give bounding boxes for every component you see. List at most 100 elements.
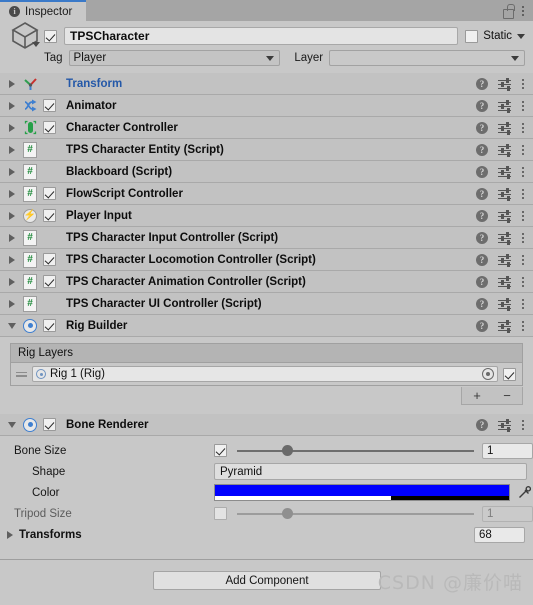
help-icon[interactable]: ?	[476, 209, 488, 222]
component-header-bone-renderer[interactable]: Bone Renderer ?	[0, 414, 533, 436]
help-icon[interactable]: ?	[476, 165, 488, 178]
tripod-size-checkbox[interactable]	[214, 507, 227, 520]
foldout-toggle[interactable]	[6, 211, 18, 220]
object-picker-icon[interactable]	[482, 368, 494, 380]
preset-settings-icon[interactable]	[498, 231, 511, 245]
preset-settings-icon[interactable]	[498, 121, 511, 135]
tripod-size-value-field[interactable]: 1	[482, 505, 533, 522]
help-icon[interactable]: ?	[476, 319, 488, 332]
preset-settings-icon[interactable]	[498, 143, 511, 157]
property-transforms[interactable]: Transforms 68	[0, 524, 533, 546]
component-row[interactable]: # TPS Character Locomotion Controller (Sc…	[0, 249, 533, 271]
preset-settings-icon[interactable]	[498, 209, 511, 223]
component-row[interactable]: Character Controller?	[0, 117, 533, 139]
kebab-menu-icon[interactable]	[521, 320, 525, 331]
component-row[interactable]: # TPS Character Animation Controller (Scr…	[0, 271, 533, 293]
foldout-toggle[interactable]	[6, 167, 18, 176]
kebab-menu-icon[interactable]	[521, 298, 525, 309]
rig-layer-object-field[interactable]: Rig 1 (Rig)	[32, 366, 498, 382]
component-row[interactable]: # TPS Character UI Controller (Script)?	[0, 293, 533, 315]
component-enabled-checkbox[interactable]	[43, 275, 56, 288]
bone-size-slider[interactable]	[237, 443, 474, 459]
kebab-menu-icon[interactable]	[521, 166, 525, 177]
tab-inspector[interactable]: i Inspector	[0, 0, 87, 21]
kebab-menu-icon[interactable]	[521, 188, 525, 199]
slider-knob[interactable]	[281, 445, 293, 456]
foldout-toggle[interactable]	[6, 421, 18, 428]
static-checkbox[interactable]	[465, 29, 479, 43]
add-rig-layer-button[interactable]: +	[473, 389, 481, 402]
kebab-menu-icon[interactable]	[521, 78, 525, 89]
static-dropdown-caret-icon[interactable]	[517, 33, 525, 39]
foldout-toggle[interactable]	[6, 299, 18, 308]
kebab-menu-icon[interactable]	[521, 100, 525, 111]
component-row[interactable]: # FlowScript Controller?	[0, 183, 533, 205]
remove-rig-layer-button[interactable]: −	[503, 389, 511, 402]
help-icon[interactable]: ?	[476, 253, 488, 266]
help-icon[interactable]: ?	[476, 297, 488, 310]
component-enabled-checkbox[interactable]	[43, 121, 56, 134]
component-enabled-checkbox[interactable]	[43, 418, 56, 431]
preset-settings-icon[interactable]	[498, 187, 511, 201]
bone-size-value-field[interactable]: 1	[482, 442, 533, 459]
help-icon[interactable]: ?	[476, 275, 488, 288]
component-enabled-checkbox[interactable]	[43, 187, 56, 200]
rig-layer-enabled-checkbox[interactable]	[503, 367, 516, 381]
component-row[interactable]: Animator?	[0, 95, 533, 117]
bone-size-checkbox[interactable]	[214, 444, 227, 457]
component-row[interactable]: ⚡ Player Input?	[0, 205, 533, 227]
foldout-toggle[interactable]	[6, 145, 18, 154]
gameobject-enabled-checkbox[interactable]	[44, 29, 57, 43]
help-icon[interactable]: ?	[476, 187, 488, 200]
kebab-menu-icon[interactable]	[521, 276, 525, 287]
preset-settings-icon[interactable]	[498, 77, 511, 91]
component-enabled-checkbox[interactable]	[43, 209, 56, 222]
preset-settings-icon[interactable]	[498, 165, 511, 179]
rig-layer-row[interactable]: Rig 1 (Rig)	[11, 363, 522, 385]
kebab-menu-icon[interactable]	[521, 5, 525, 16]
transforms-foldout[interactable]	[4, 531, 16, 539]
foldout-toggle[interactable]	[6, 101, 18, 110]
foldout-toggle[interactable]	[6, 79, 18, 88]
kebab-menu-icon[interactable]	[521, 232, 525, 243]
color-swatch[interactable]	[214, 484, 510, 501]
foldout-toggle[interactable]	[6, 322, 18, 329]
help-icon[interactable]: ?	[476, 231, 488, 244]
preset-settings-icon[interactable]	[498, 275, 511, 289]
component-enabled-checkbox[interactable]	[43, 319, 56, 332]
lock-open-icon[interactable]	[502, 4, 515, 19]
gameobject-name-field[interactable]: TPSCharacter	[64, 27, 459, 45]
component-header-rig-builder[interactable]: Rig Builder ?	[0, 315, 533, 337]
help-icon[interactable]: ?	[476, 77, 488, 90]
foldout-toggle[interactable]	[6, 233, 18, 242]
help-icon[interactable]: ?	[476, 121, 488, 134]
layer-dropdown[interactable]	[329, 49, 525, 66]
kebab-menu-icon[interactable]	[521, 122, 525, 133]
foldout-toggle[interactable]	[6, 189, 18, 198]
preset-settings-icon[interactable]	[498, 418, 511, 432]
kebab-menu-icon[interactable]	[521, 144, 525, 155]
help-icon[interactable]: ?	[476, 418, 488, 431]
kebab-menu-icon[interactable]	[521, 419, 525, 430]
help-icon[interactable]: ?	[476, 143, 488, 156]
cube-icon[interactable]	[10, 19, 44, 53]
foldout-toggle[interactable]	[6, 123, 18, 132]
add-component-button[interactable]: Add Component	[153, 571, 381, 590]
preset-settings-icon[interactable]	[498, 99, 511, 113]
eyedropper-icon[interactable]	[516, 484, 533, 501]
shape-dropdown[interactable]: Pyramid	[214, 463, 527, 480]
component-row[interactable]: # TPS Character Input Controller (Script)…	[0, 227, 533, 249]
component-enabled-checkbox[interactable]	[43, 253, 56, 266]
drag-handle-icon[interactable]	[16, 371, 27, 377]
cube-dropdown-caret-icon[interactable]	[32, 42, 40, 47]
preset-settings-icon[interactable]	[498, 297, 511, 311]
preset-settings-icon[interactable]	[498, 319, 511, 333]
foldout-toggle[interactable]	[6, 255, 18, 264]
foldout-toggle[interactable]	[6, 277, 18, 286]
component-row[interactable]: # TPS Character Entity (Script)?	[0, 139, 533, 161]
tag-dropdown[interactable]: Player	[68, 49, 281, 66]
component-row[interactable]: Transform?	[0, 73, 533, 95]
kebab-menu-icon[interactable]	[521, 254, 525, 265]
tripod-size-slider[interactable]	[237, 506, 474, 522]
help-icon[interactable]: ?	[476, 99, 488, 112]
